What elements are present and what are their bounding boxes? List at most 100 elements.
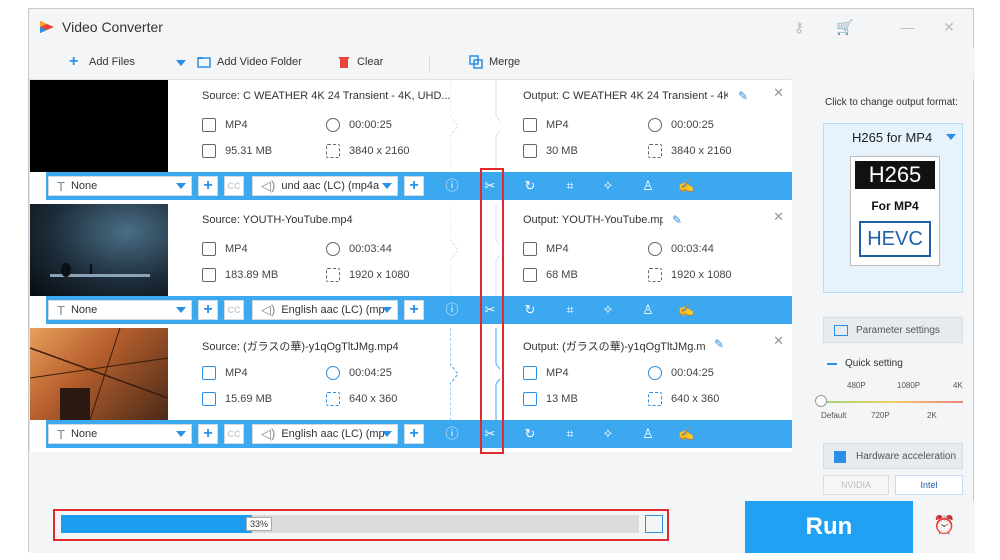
minimize-icon[interactable]: — (897, 17, 917, 37)
list-item[interactable]: Source: YOUTH-YouTube.mp4 MP4 00:03:44 1… (30, 204, 792, 328)
file-icon (202, 118, 216, 132)
effects-wand-icon[interactable]: ✧ (600, 302, 616, 318)
clear-button[interactable]: Clear (337, 55, 383, 69)
watermark-stamp-icon[interactable]: ♙ (640, 302, 656, 318)
edit-pencil-icon[interactable]: ✍ (678, 302, 694, 318)
text-icon: T (57, 426, 65, 442)
duration-value: 00:00:25 (349, 119, 392, 131)
scissors-highlight-box (480, 168, 504, 454)
crop-icon[interactable]: ⌗ (562, 178, 578, 194)
chip-icon (834, 451, 846, 463)
quality-tick-label: Default (821, 411, 847, 420)
add-audio-button[interactable]: + (404, 300, 424, 320)
key-icon[interactable]: ⚷ (789, 17, 809, 37)
parameter-settings-button[interactable]: Parameter settings (823, 317, 963, 343)
add-video-folder-button[interactable]: Add Video Folder (197, 55, 302, 69)
add-audio-button[interactable]: + (404, 424, 424, 444)
edit-pencil-icon[interactable]: ✍ (678, 426, 694, 442)
edit-pencil-icon[interactable]: ✍ (678, 178, 694, 194)
merge-button[interactable]: Merge (469, 55, 520, 69)
file-list: Source: C WEATHER 4K 24 Transient - 4K, … (29, 79, 792, 454)
remove-item-icon[interactable]: ✕ (773, 85, 784, 101)
add-subtitle-button[interactable]: + (198, 176, 218, 196)
slider-icon (827, 362, 837, 365)
parameter-settings-label: Parameter settings (856, 324, 940, 336)
rotate-icon[interactable]: ↻ (522, 178, 538, 194)
audio-track-select[interactable]: ◁) English aac (LC) (mp (252, 300, 398, 320)
list-item[interactable]: Source: C WEATHER 4K 24 Transient - 4K, … (30, 80, 792, 204)
output-title: Output: YOUTH-YouTube.mp4 (523, 214, 663, 226)
remove-item-icon[interactable]: ✕ (773, 209, 784, 225)
edit-bar: T None + CC ◁) und aac (LC) (mp4a + ⓘ ✂ ↻ … (46, 172, 792, 200)
remove-item-icon[interactable]: ✕ (773, 333, 784, 349)
chevron-down-icon (382, 307, 392, 313)
video-thumbnail[interactable] (30, 204, 168, 296)
file-icon (523, 366, 537, 380)
chevron-down-icon (382, 183, 392, 189)
subtitle-select[interactable]: T None (48, 176, 192, 196)
clock-icon (648, 118, 662, 132)
list-item[interactable]: Source: (ガラスの華)-y1qOgTltJMg.mp4 MP4 00:0… (30, 328, 792, 452)
add-subtitle-button[interactable]: + (198, 424, 218, 444)
video-thumbnail[interactable] (30, 328, 168, 420)
info-icon[interactable]: ⓘ (444, 426, 460, 442)
folder-icon (202, 144, 216, 158)
edit-output-name-icon[interactable]: ✎ (672, 213, 686, 227)
info-icon[interactable]: ⓘ (444, 302, 460, 318)
cc-icon[interactable]: CC (224, 176, 244, 196)
plus-icon: + (69, 53, 79, 70)
intel-option[interactable]: Intel (895, 475, 963, 495)
edit-output-name-icon[interactable]: ✎ (714, 337, 728, 351)
rotate-icon[interactable]: ↻ (522, 302, 538, 318)
add-subtitle-button[interactable]: + (198, 300, 218, 320)
video-thumbnail[interactable] (30, 80, 168, 172)
watermark-stamp-icon[interactable]: ♙ (640, 426, 656, 442)
rotate-icon[interactable]: ↻ (522, 426, 538, 442)
effects-wand-icon[interactable]: ✧ (600, 426, 616, 442)
output-format: MP4 (523, 242, 569, 256)
hardware-accel-label: Hardware acceleration (856, 450, 957, 462)
add-audio-button[interactable]: + (404, 176, 424, 196)
hardware-acceleration-button[interactable]: Hardware acceleration (823, 443, 963, 469)
source-duration: 00:04:25 (326, 366, 392, 380)
intel-label: Intel (920, 480, 938, 490)
title-bar: Video Converter ⚷ 🛒 — ✕ (29, 9, 973, 45)
source-format: MP4 (202, 366, 248, 380)
file-icon (202, 242, 216, 256)
audio-value: English aac (LC) (mp (281, 428, 385, 440)
run-button[interactable]: Run (745, 501, 913, 553)
quality-tick-label: 480P (847, 381, 866, 390)
cc-icon[interactable]: CC (224, 424, 244, 444)
add-files-button[interactable]: + Add Files (69, 53, 135, 70)
clear-label: Clear (357, 56, 384, 68)
close-window-icon[interactable]: ✕ (939, 17, 959, 37)
progress-percent: 33% (246, 517, 273, 531)
nvidia-option[interactable]: NVIDIA (823, 475, 889, 495)
edit-output-name-icon[interactable]: ✎ (738, 89, 752, 103)
subtitle-select[interactable]: T None (48, 424, 192, 444)
quality-slider-track[interactable] (821, 401, 963, 403)
cc-icon[interactable]: CC (224, 300, 244, 320)
audio-track-select[interactable]: ◁) English aac (LC) (mp (252, 424, 398, 444)
quality-slider-knob[interactable] (815, 395, 827, 407)
toolbar: + Add Files Add Video Folder Clear Merge (29, 47, 975, 79)
crop-icon[interactable]: ⌗ (562, 302, 578, 318)
duration-value: 00:04:25 (671, 367, 714, 379)
clock-icon (326, 118, 340, 132)
duration-value: 00:03:44 (349, 243, 392, 255)
arrow-divider (450, 80, 500, 172)
effects-wand-icon[interactable]: ✧ (600, 178, 616, 194)
alarm-clock-icon[interactable]: ⏰ (933, 515, 955, 537)
nvidia-label: NVIDIA (840, 480, 871, 490)
info-icon[interactable]: ⓘ (444, 178, 460, 194)
cart-icon[interactable]: 🛒 (835, 17, 855, 37)
add-files-dropdown-icon[interactable] (176, 60, 186, 66)
crop-icon[interactable]: ⌗ (562, 426, 578, 442)
audio-track-select[interactable]: ◁) und aac (LC) (mp4a (252, 176, 398, 196)
output-folder-icon[interactable] (645, 515, 663, 533)
size-value: 68 MB (546, 269, 578, 281)
file-icon (202, 366, 216, 380)
output-format-selector[interactable]: H265 for MP4 H265 For MP4 HEVC (823, 123, 963, 293)
subtitle-select[interactable]: T None (48, 300, 192, 320)
watermark-stamp-icon[interactable]: ♙ (640, 178, 656, 194)
